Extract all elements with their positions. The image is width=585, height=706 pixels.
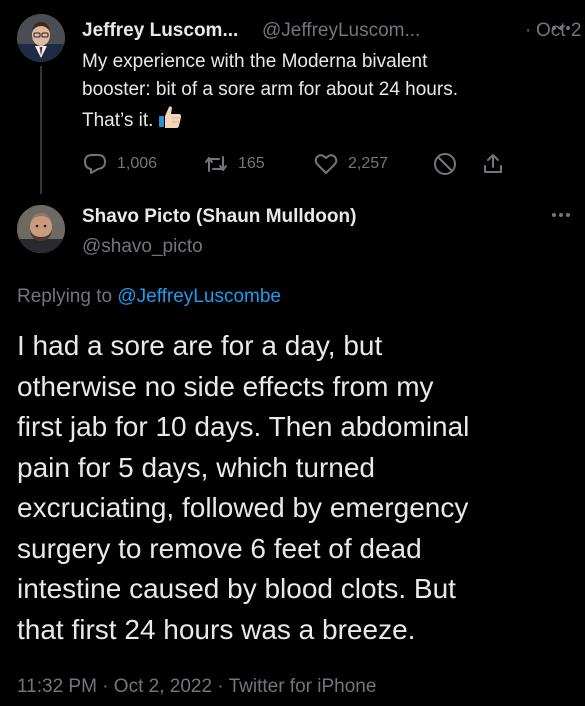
tweet-text-line: I had a sore are for a day, but [17, 330, 383, 361]
retweet-button[interactable]: 165 [203, 150, 265, 178]
heart-icon [314, 154, 338, 174]
user-handle[interactable]: @JeffreyLuscom... [262, 20, 420, 42]
tweet-text-line: first jab for 10 days. Then abdominal [17, 411, 470, 442]
tweet-text-line: My experience with the Moderna bivalent [82, 51, 428, 72]
tweet-text-line: excruciating, followed by emergency [17, 492, 469, 523]
block-button[interactable] [432, 150, 458, 178]
more-options-button[interactable] [549, 18, 573, 38]
reply-icon [84, 154, 106, 174]
user-handle[interactable]: @shavo_picto [82, 236, 203, 258]
separator: · [525, 20, 532, 41]
retweet-icon [205, 156, 227, 172]
reply-count: 1,006 [117, 155, 158, 172]
like-button[interactable]: 2,257 [313, 150, 388, 178]
more-options-button[interactable] [549, 205, 573, 225]
thread-connector-line [40, 66, 42, 194]
tweet-text-line: intestine caused by blood clots. But [17, 573, 456, 604]
more-icon [552, 213, 570, 217]
tweet-text-line: pain for 5 days, which turned [17, 451, 375, 483]
tweet-text-line: otherwise no side effects from my [17, 370, 434, 402]
tweet-text-line-content: That’s it. [82, 110, 154, 131]
parent-tweet[interactable]: Jeffrey Luscom... @JeffreyLuscom... · Oc… [0, 0, 585, 200]
avatar-photo [17, 205, 65, 253]
tweet-text-line: that first 24 hours was a breeze. [17, 613, 416, 645]
like-count: 2,257 [348, 155, 389, 172]
avatar[interactable] [17, 205, 65, 253]
block-icon [434, 153, 456, 175]
tweet-text: I had a sore are for a day, but otherwis… [17, 326, 577, 650]
tweet-text-line: That’s it. [82, 104, 562, 139]
tweet-text-line: booster: bit of a sore arm for about 24 … [82, 79, 458, 100]
tweet-timestamp-meta[interactable]: 11:32 PM · Oct 2, 2022 · Twitter for iPh… [17, 676, 376, 698]
tweet-text-line: surgery to remove 6 feet of dead [17, 532, 422, 564]
tweet-actions-bar: 1,006 165 2,257 [82, 150, 512, 178]
tweet-header: Jeffrey Luscom... @JeffreyLuscom... · Oc… [82, 18, 581, 42]
replying-to-line: Replying to @JeffreyLuscombe [17, 286, 281, 308]
mention-link[interactable]: @JeffreyLuscombe [117, 286, 281, 307]
display-name[interactable]: Jeffrey Luscom... [82, 20, 238, 42]
tweet-text: My experience with the Moderna bivalent … [82, 48, 562, 139]
avatar[interactable] [17, 14, 65, 62]
display-name[interactable]: Shavo Picto (Shaun Mulldoon) [82, 206, 356, 228]
more-icon [552, 26, 570, 30]
share-icon [484, 154, 502, 173]
thumbs-up-icon [157, 104, 183, 139]
share-button[interactable] [481, 150, 505, 178]
replying-to-label: Replying to [17, 286, 118, 307]
reply-button[interactable]: 1,006 [82, 150, 157, 178]
retweet-count: 165 [238, 155, 265, 172]
avatar-photo [17, 14, 65, 62]
